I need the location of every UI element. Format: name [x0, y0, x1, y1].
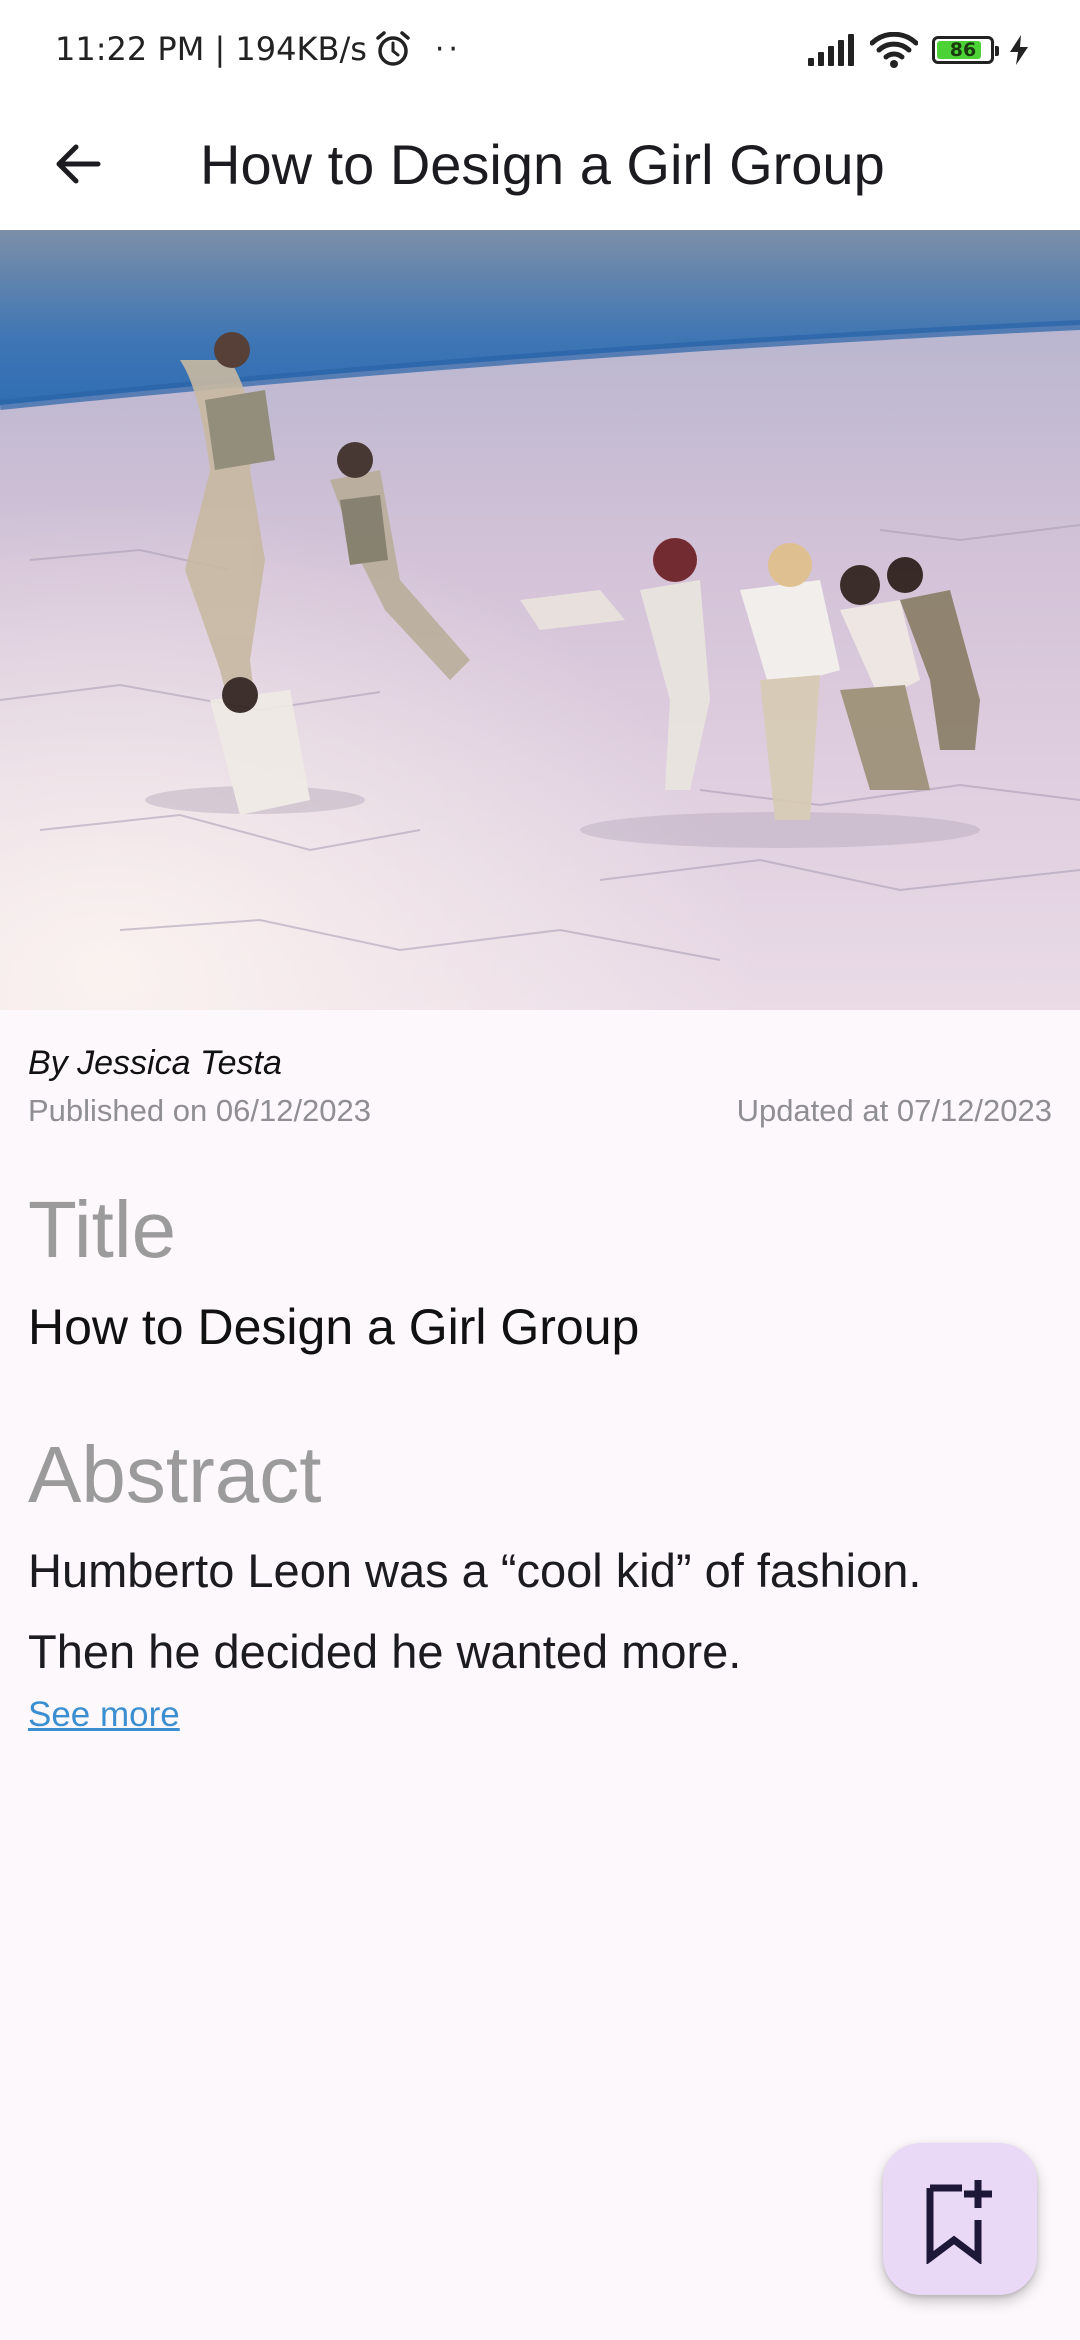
status-right: 86: [806, 28, 1030, 72]
see-more-link[interactable]: See more: [28, 1693, 180, 1737]
bookmark-add-icon: [926, 2180, 992, 2264]
abstract-text: Humberto Leon was a “cool kid” of fashio…: [28, 1544, 922, 1678]
title-section-label: Title: [28, 1185, 177, 1274]
app-bar-title: How to Design a Girl Group: [200, 133, 885, 196]
app-bar: How to Design a Girl Group: [0, 96, 1080, 230]
abstract-section-label: Abstract: [28, 1430, 322, 1519]
alarm-icon: [376, 31, 410, 66]
published-date: Published on 06/12/2023: [28, 1093, 372, 1128]
battery-level: 86: [949, 39, 977, 61]
author-byline: By Jessica Testa: [28, 1044, 282, 1082]
arrow-back-icon: [56, 144, 101, 184]
status-left: 11:22 PM | 194KB/s ··: [55, 26, 462, 72]
hero-image: [0, 230, 1080, 1010]
status-time-speed: 11:22 PM | 194KB/s: [55, 30, 367, 68]
more-notifications-dots: ··: [434, 31, 462, 67]
article-title: How to Design a Girl Group: [28, 1299, 640, 1355]
add-bookmark-button[interactable]: [883, 2143, 1037, 2295]
charging-icon: [1010, 35, 1028, 65]
battery-icon: 86: [932, 36, 999, 64]
back-button[interactable]: [38, 124, 118, 204]
article-meta: By Jessica Testa Published on 06/12/2023…: [28, 1040, 1052, 1132]
article-dates: Published on 06/12/2023 Updated at 07/12…: [28, 1090, 1052, 1132]
updated-date: Updated at 07/12/2023: [736, 1093, 1052, 1128]
signal-icon: [808, 34, 854, 66]
status-bar: 11:22 PM | 194KB/s ·· 86: [0, 0, 1080, 96]
wifi-icon: [870, 32, 918, 68]
